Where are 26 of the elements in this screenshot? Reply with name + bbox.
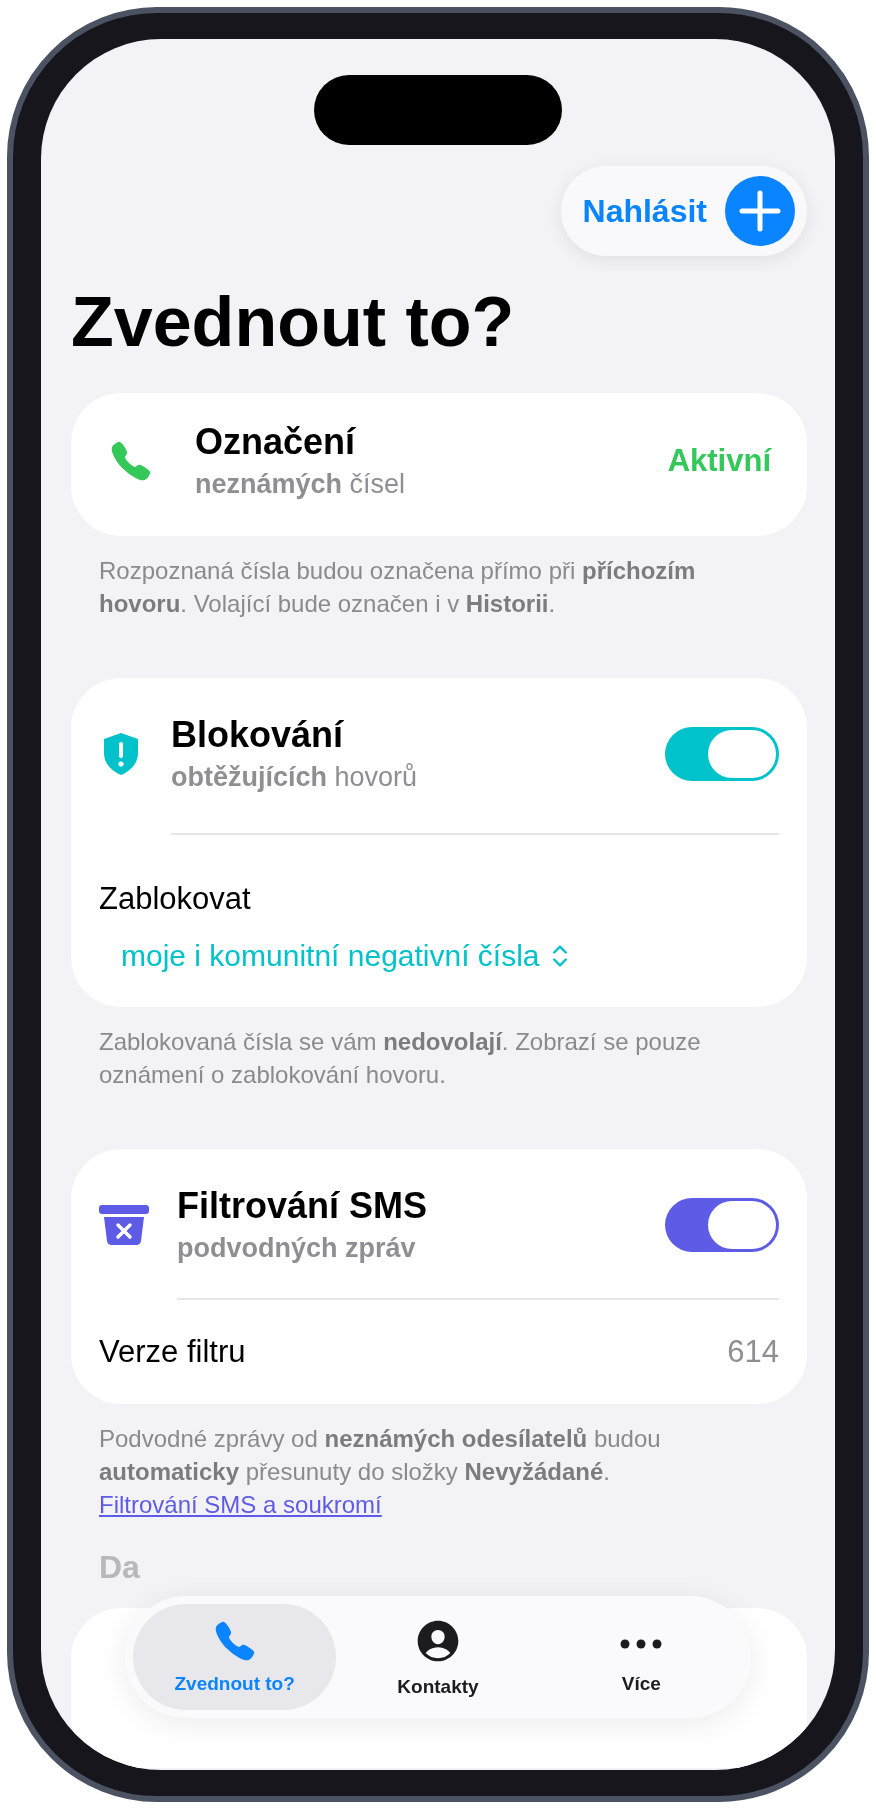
tab-item[interactable]: Kontakty: [336, 1604, 540, 1710]
card-title: Blokování: [171, 714, 345, 756]
plus-icon: [725, 176, 795, 246]
card-subtitle: obtěžujících hovorů: [171, 762, 419, 793]
card-subtitle: podvodných zpráv: [177, 1233, 417, 1264]
report-button[interactable]: Nahlásit: [560, 166, 807, 256]
page-title: Zvednout to?: [71, 284, 516, 361]
section-heading: Da: [98, 1548, 141, 1587]
row-value: 614: [727, 1334, 779, 1370]
card-subtitle: neznámých čísel: [195, 469, 407, 500]
card-footnote: Zablokovaná čísla se vám nedovolají. Zobrazí se pouze oznámení o zablokování hovoru.: [99, 1027, 702, 1090]
privacy-link[interactable]: Filtrování SMS a soukromí: [99, 1488, 382, 1521]
more-icon: [620, 1639, 663, 1649]
toggle-switch[interactable]: [665, 726, 779, 781]
card-title: Filtrování SMS: [177, 1185, 429, 1227]
picker-label: Zablokovat: [99, 881, 252, 917]
row-label: Verze filtru: [99, 1334, 246, 1370]
status-label: Aktivní: [667, 442, 771, 479]
card-footnote: Rozpoznaná čísla budou označena přímo při příchozím hovoru. Volající bude označen i v Historii.: [99, 556, 697, 619]
card-footnote: Podvodné zprávy od neznámých odesílatelů budou automaticky přesunuty do složky Nevyžádané.: [99, 1424, 662, 1487]
tray-x-icon: [99, 1204, 149, 1245]
tab-item[interactable]: Více: [539, 1604, 743, 1710]
card-title: Označení: [195, 421, 357, 463]
toggle-switch[interactable]: [665, 1197, 779, 1252]
tab-item[interactable]: Zvednout to?: [133, 1604, 337, 1710]
shield-alert-icon: [101, 730, 141, 777]
